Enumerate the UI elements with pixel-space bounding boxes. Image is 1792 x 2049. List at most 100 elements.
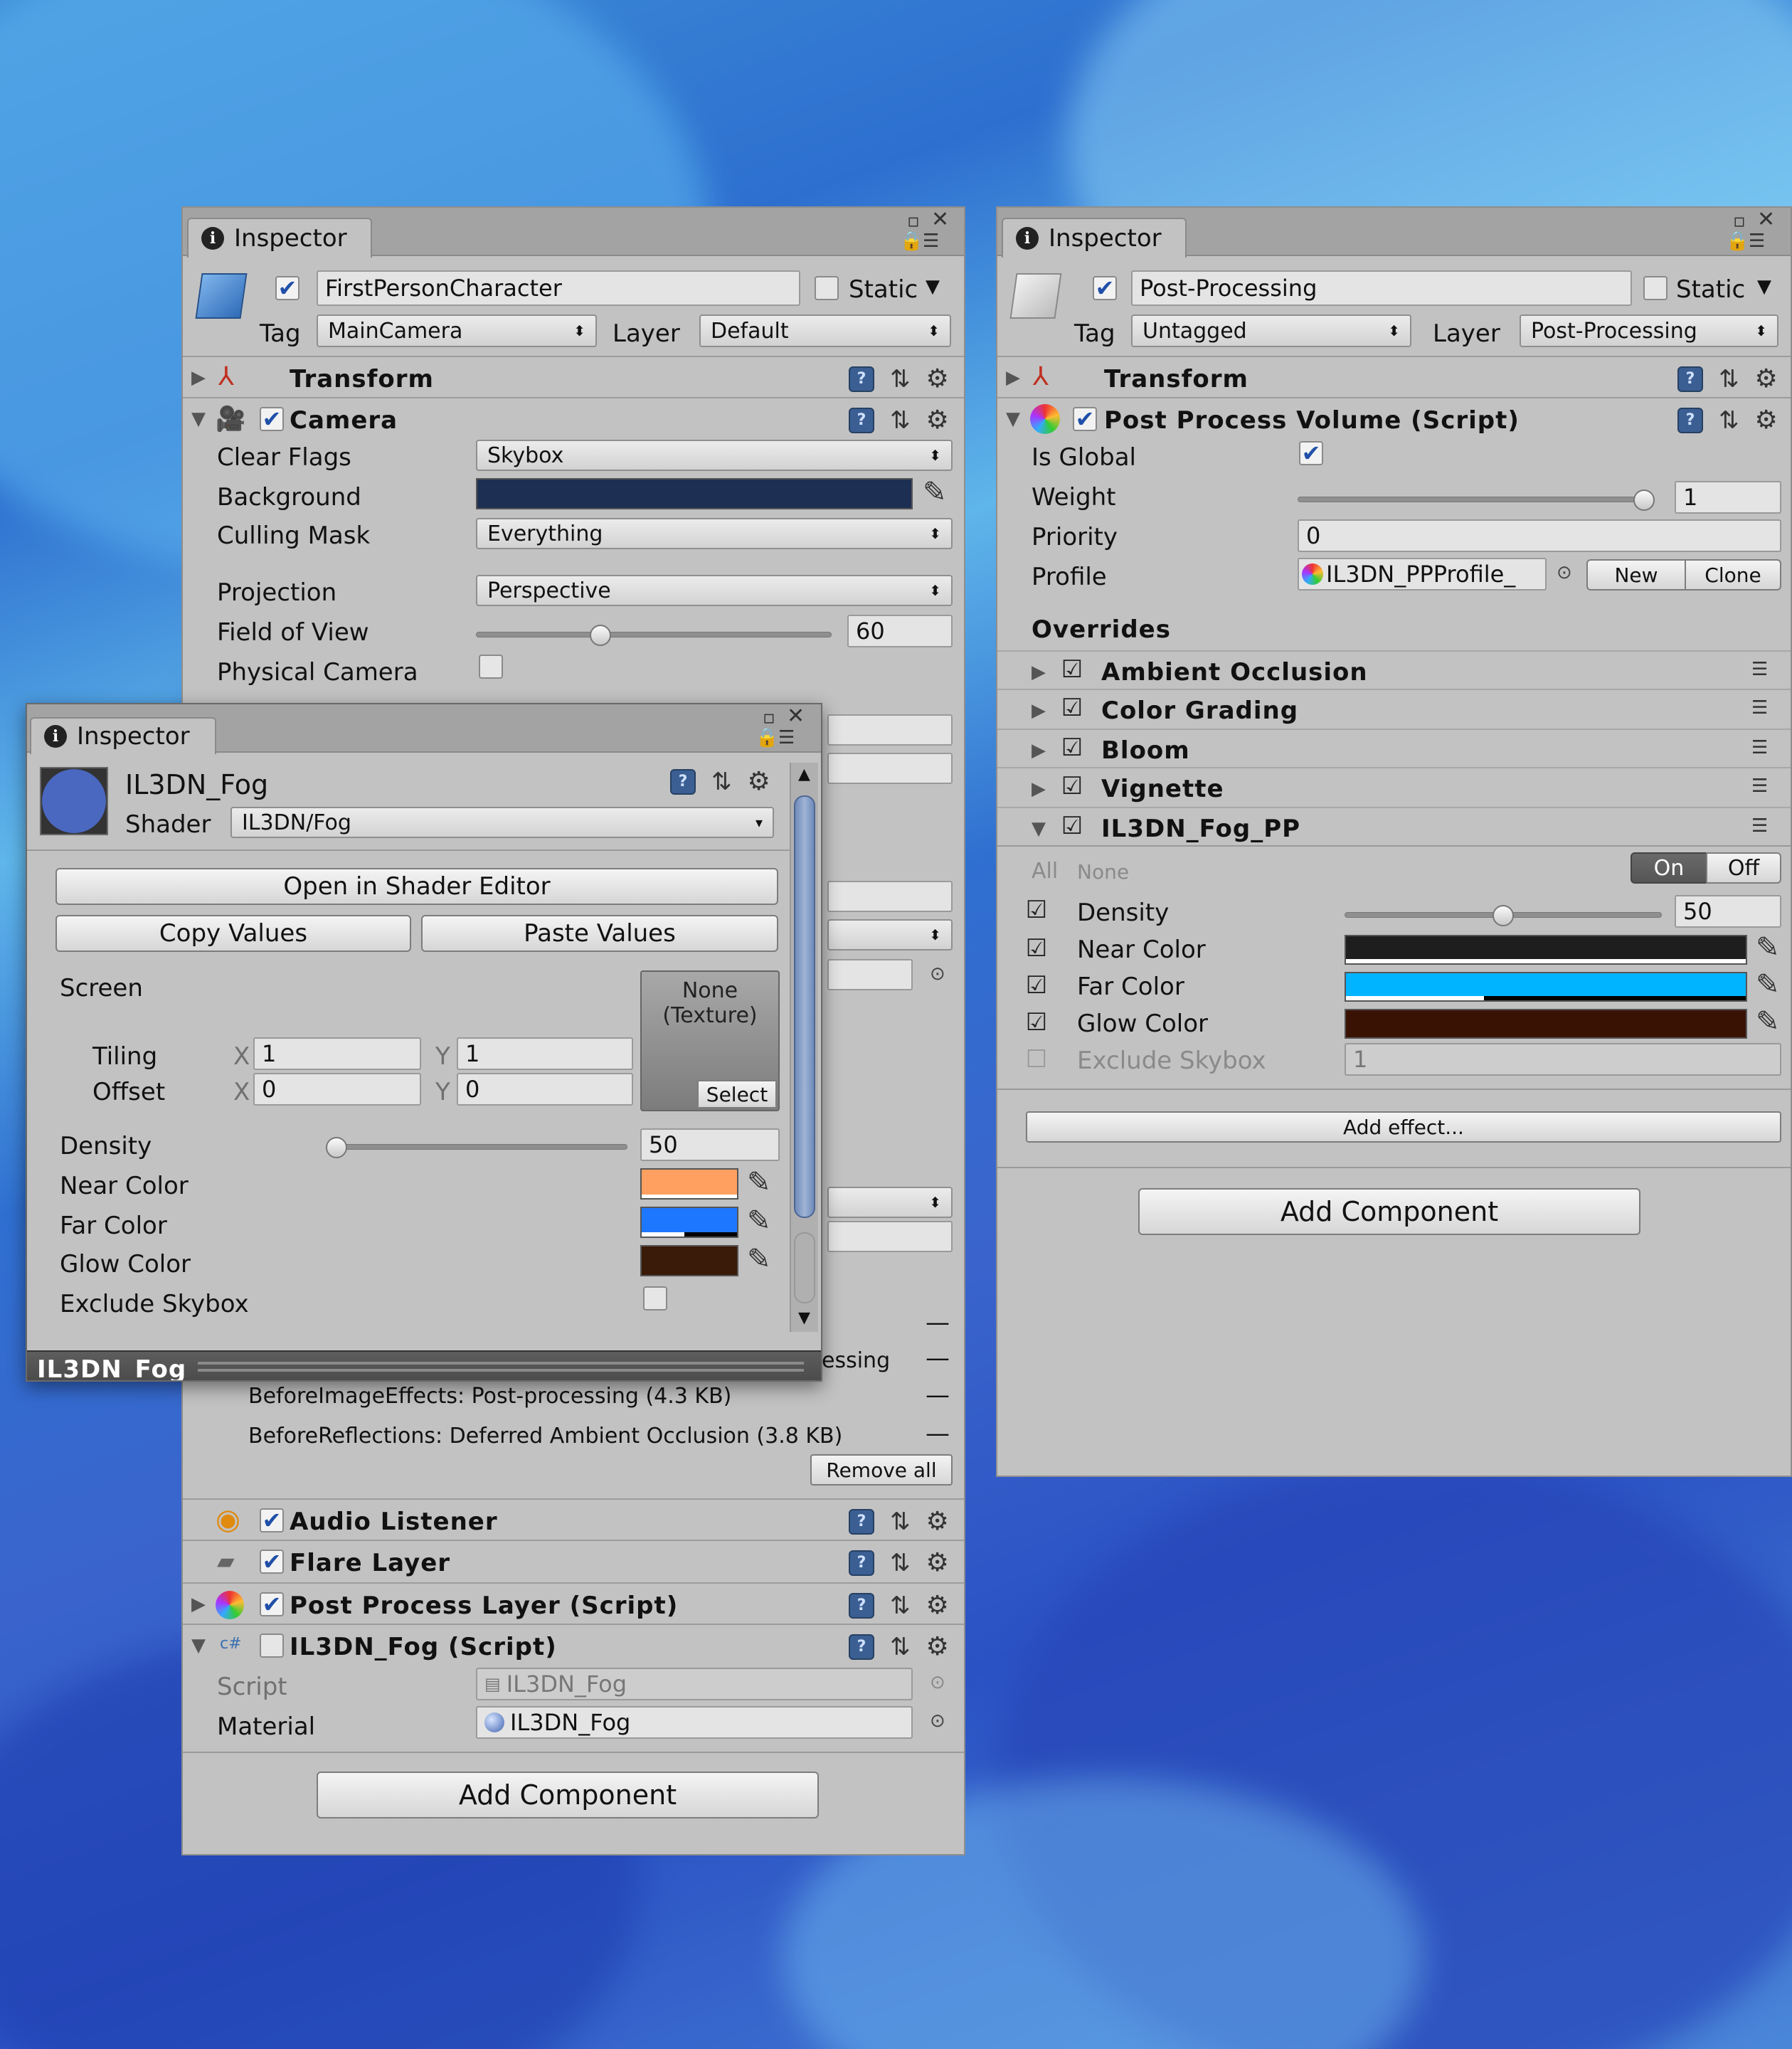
fov-slider-knob[interactable]: [589, 625, 611, 646]
help-book-icon[interactable]: ?: [849, 1508, 874, 1535]
scrollbar-thumb[interactable]: [794, 795, 815, 1218]
static-dropdown-icon[interactable]: ▼: [1757, 277, 1771, 296]
off-button[interactable]: Off: [1706, 852, 1781, 884]
preset-icon[interactable]: ⇅: [890, 1633, 911, 1661]
eyedropper-icon[interactable]: ✎: [1756, 1007, 1780, 1036]
all-toggle[interactable]: All: [1032, 861, 1058, 882]
collapsed-arrow-icon[interactable]: ▶: [1032, 700, 1046, 721]
help-book-icon[interactable]: ?: [849, 1592, 874, 1619]
hidden-field[interactable]: [827, 959, 913, 990]
physical-camera-checkbox[interactable]: [479, 655, 503, 679]
expanded-arrow-icon[interactable]: ▼: [1006, 408, 1020, 430]
context-menu-icon[interactable]: ☰: [1751, 737, 1768, 758]
help-book-icon[interactable]: ?: [849, 1550, 874, 1576]
effect-row-ambient-occlusion[interactable]: ▶ ☑ Ambient Occlusion ☰: [997, 650, 1791, 689]
help-book-icon[interactable]: ?: [670, 768, 696, 795]
gear-icon[interactable]: ⚙: [926, 1548, 949, 1577]
minus-icon[interactable]: —: [926, 1311, 950, 1335]
effect-enabled-checkbox[interactable]: ☑: [1061, 696, 1083, 720]
weight-slider-track[interactable]: [1298, 497, 1655, 502]
texture-select-button[interactable]: Select: [697, 1080, 777, 1108]
collapsed-arrow-icon[interactable]: ▶: [1032, 740, 1046, 761]
object-picker-icon[interactable]: ⊙: [930, 1710, 945, 1732]
shader-dropdown[interactable]: IL3DN/Fog ▾: [230, 807, 774, 838]
flare-layer-header[interactable]: ▰ ✔ Flare Layer ? ⇅ ⚙: [183, 1540, 964, 1581]
preset-icon[interactable]: ⇅: [890, 406, 911, 435]
far-color-override-checkbox[interactable]: ☑: [1026, 973, 1047, 997]
hidden-field[interactable]: [827, 1221, 953, 1252]
close-icon[interactable]: ✕: [1757, 209, 1775, 231]
help-book-icon[interactable]: ?: [849, 366, 874, 392]
clear-flags-dropdown[interactable]: Skybox ⬍: [476, 440, 953, 471]
inspector-tab[interactable]: i Inspector: [1002, 218, 1187, 258]
expanded-arrow-icon[interactable]: ▼: [191, 408, 206, 430]
weight-slider-knob[interactable]: [1633, 489, 1655, 511]
eyedropper-icon[interactable]: ✎: [1756, 933, 1780, 962]
far-color-swatch[interactable]: [640, 1207, 738, 1238]
new-profile-button[interactable]: New: [1586, 559, 1686, 591]
on-button[interactable]: On: [1631, 852, 1707, 884]
gear-icon[interactable]: ⚙: [1755, 406, 1778, 435]
tiling-x-field[interactable]: 1: [253, 1037, 421, 1070]
flare-layer-checkbox[interactable]: ✔: [260, 1550, 284, 1574]
close-icon[interactable]: ✕: [931, 209, 949, 231]
fov-slider-track[interactable]: [476, 632, 832, 637]
clone-profile-button[interactable]: Clone: [1685, 559, 1781, 591]
help-book-icon[interactable]: ?: [849, 407, 874, 433]
menu-icon[interactable]: ☰: [1749, 232, 1765, 250]
paste-values-button[interactable]: Paste Values: [421, 915, 778, 952]
object-name-field[interactable]: FirstPersonCharacter: [317, 270, 800, 306]
camera-header[interactable]: ▼ 🎥 ✔ Camera ? ⇅ ⚙: [183, 397, 964, 438]
collapsed-arrow-icon[interactable]: ▶: [191, 1594, 206, 1615]
layer-dropdown[interactable]: Default ⬍: [699, 314, 951, 347]
object-picker-icon[interactable]: ⊙: [930, 1672, 945, 1693]
hidden-field[interactable]: [827, 714, 953, 746]
lock-icon[interactable]: 🔒: [755, 729, 778, 747]
projection-dropdown[interactable]: Perspective ⬍: [476, 575, 953, 606]
post-process-layer-header[interactable]: ▶ ✔ Post Process Layer (Script) ? ⇅ ⚙: [183, 1582, 964, 1624]
remove-all-button[interactable]: Remove all: [810, 1454, 953, 1486]
context-menu-icon[interactable]: ☰: [1751, 697, 1768, 719]
object-picker-icon[interactable]: ⊙: [930, 963, 945, 985]
near-color-swatch[interactable]: [1345, 935, 1747, 965]
lock-icon[interactable]: 🔒: [900, 232, 923, 250]
minus-icon[interactable]: —: [926, 1346, 950, 1370]
collapsed-arrow-icon[interactable]: ▶: [1032, 778, 1046, 800]
minus-icon[interactable]: —: [926, 1383, 950, 1407]
exclude-skybox-checkbox[interactable]: [643, 1286, 667, 1311]
maximize-icon[interactable]: ▫: [763, 709, 775, 727]
expanded-arrow-icon[interactable]: ▼: [191, 1635, 206, 1656]
glow-color-override-checkbox[interactable]: ☑: [1026, 1010, 1047, 1034]
transform-header[interactable]: ▶ ⅄ Transform ? ⇅ ⚙: [997, 356, 1791, 397]
active-checkbox[interactable]: ✔: [275, 276, 299, 300]
eyedropper-icon[interactable]: ✎: [747, 1245, 771, 1274]
far-color-swatch[interactable]: [1345, 972, 1747, 1002]
gear-icon[interactable]: ⚙: [926, 1591, 949, 1620]
eyedropper-icon[interactable]: ✎: [747, 1168, 771, 1197]
scrollbar[interactable]: ▲ ▼: [790, 763, 818, 1332]
fov-field[interactable]: 60: [847, 615, 953, 647]
offset-x-field[interactable]: 0: [253, 1073, 421, 1106]
tiling-y-field[interactable]: 1: [457, 1037, 633, 1070]
camera-enabled-checkbox[interactable]: ✔: [260, 407, 284, 431]
tag-dropdown[interactable]: Untagged ⬍: [1131, 314, 1411, 347]
maximize-icon[interactable]: ▫: [907, 212, 920, 231]
hidden-dropdown[interactable]: ⬍: [827, 919, 953, 951]
context-menu-icon[interactable]: ☰: [1751, 659, 1768, 680]
gear-icon[interactable]: ⚙: [926, 1507, 949, 1536]
gear-icon[interactable]: ⚙: [926, 406, 949, 435]
minus-icon[interactable]: —: [926, 1421, 950, 1446]
effect-row-il3dn-fog-pp[interactable]: ▼ ☑ IL3DN_Fog_PP ☰: [997, 807, 1791, 845]
background-color-swatch[interactable]: [476, 478, 913, 509]
scroll-down-icon[interactable]: ▼: [798, 1311, 810, 1326]
material-field[interactable]: IL3DN_Fog: [476, 1706, 913, 1739]
effect-enabled-checkbox[interactable]: ☑: [1061, 657, 1083, 682]
object-picker-icon[interactable]: ⊙: [1557, 562, 1572, 583]
static-checkbox[interactable]: [815, 276, 839, 300]
is-global-checkbox[interactable]: ✔: [1299, 441, 1323, 465]
inspector-tab[interactable]: i Inspector: [187, 218, 372, 258]
preset-icon[interactable]: ⇅: [890, 1549, 911, 1577]
priority-field[interactable]: 0: [1298, 519, 1781, 552]
help-book-icon[interactable]: ?: [1677, 407, 1703, 433]
audio-listener-header[interactable]: ◉ ✔ Audio Listener ? ⇅ ⚙: [183, 1498, 964, 1540]
